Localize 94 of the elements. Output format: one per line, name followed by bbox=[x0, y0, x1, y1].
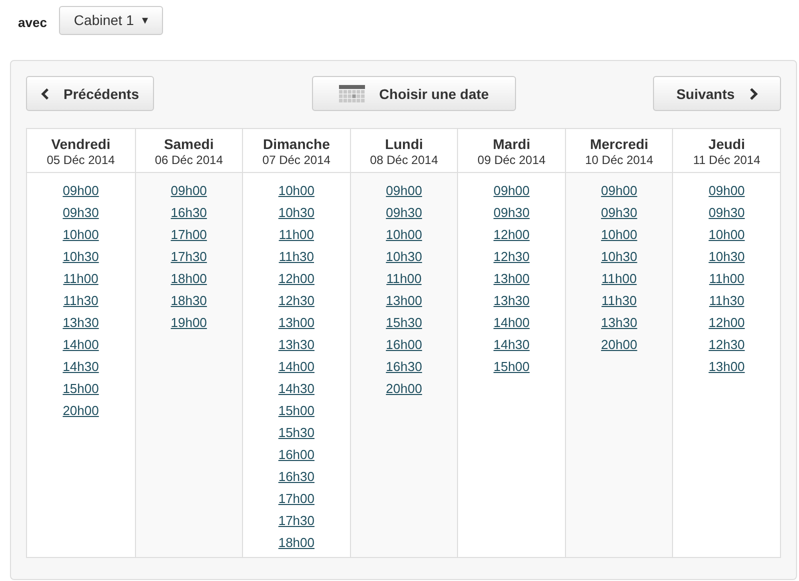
day-name: Lundi bbox=[384, 136, 424, 152]
day-date: 10 Déc 2014 bbox=[585, 153, 654, 167]
time-slot-link[interactable]: 13h00 bbox=[708, 356, 745, 378]
time-slot-link[interactable]: 09h00 bbox=[386, 180, 422, 202]
time-slot-link[interactable]: 10h00 bbox=[62, 224, 99, 246]
time-slot-link[interactable]: 11h30 bbox=[602, 290, 637, 312]
day-date: 11 Déc 2014 bbox=[693, 153, 760, 167]
time-slot-link[interactable]: 11h00 bbox=[278, 224, 314, 246]
time-slot-link[interactable]: 11h00 bbox=[709, 268, 744, 290]
time-slot-link[interactable]: 17h30 bbox=[170, 246, 207, 268]
next-button[interactable]: Suivants bbox=[653, 76, 781, 111]
time-slot-link[interactable]: 09h00 bbox=[170, 180, 207, 202]
cabinet-dropdown[interactable]: Cabinet 1 ▾ bbox=[58, 6, 163, 34]
time-slot-link[interactable]: 13h00 bbox=[386, 290, 422, 312]
caret-icon: ▾ bbox=[142, 13, 148, 27]
time-slot-link[interactable]: 16h00 bbox=[386, 334, 422, 356]
time-slot-link[interactable]: 12h00 bbox=[278, 268, 314, 290]
time-slot-link[interactable]: 17h00 bbox=[278, 488, 314, 510]
time-slot-link[interactable]: 12h00 bbox=[708, 312, 745, 334]
time-slot-link[interactable]: 15h00 bbox=[278, 400, 314, 422]
time-slot-link[interactable]: 10h00 bbox=[601, 224, 638, 246]
time-slot-link[interactable]: 17h00 bbox=[170, 224, 207, 246]
time-slot-link[interactable]: 09h00 bbox=[493, 180, 530, 202]
day-date: 05 Déc 2014 bbox=[46, 153, 115, 167]
time-slot-link[interactable]: 11h00 bbox=[63, 268, 98, 290]
time-slot-link[interactable]: 14h00 bbox=[493, 312, 530, 334]
time-slot-link[interactable]: 14h30 bbox=[278, 378, 314, 400]
time-slot-link[interactable]: 10h30 bbox=[62, 246, 99, 268]
day-date: 09 Déc 2014 bbox=[478, 153, 546, 167]
day-name: Dimanche bbox=[262, 136, 330, 152]
time-slot-link[interactable]: 20h00 bbox=[601, 334, 638, 356]
time-slot-link[interactable]: 09h30 bbox=[386, 202, 422, 224]
time-slot-link[interactable]: 16h30 bbox=[386, 356, 422, 378]
day-date: 08 Déc 2014 bbox=[370, 153, 438, 167]
time-slot-link[interactable]: 11h00 bbox=[386, 268, 422, 290]
time-slot-link[interactable]: 09h30 bbox=[62, 202, 99, 224]
time-slot-link[interactable]: 14h00 bbox=[62, 334, 99, 356]
time-slot-link[interactable]: 15h30 bbox=[386, 312, 422, 334]
time-slot-link[interactable]: 09h30 bbox=[708, 202, 745, 224]
time-slot-link[interactable]: 12h30 bbox=[278, 290, 314, 312]
time-slot-link[interactable]: 13h00 bbox=[278, 312, 314, 334]
time-slot-link[interactable]: 18h30 bbox=[170, 290, 207, 312]
time-slot-link[interactable]: 13h30 bbox=[62, 312, 99, 334]
day-name: Mercredi bbox=[590, 136, 648, 152]
time-slot-link[interactable]: 14h00 bbox=[278, 356, 314, 378]
previous-button[interactable]: Précédents bbox=[26, 76, 154, 111]
calendar-icon bbox=[339, 84, 366, 102]
time-slot-link[interactable]: 19h00 bbox=[170, 312, 207, 334]
day-name: Mardi bbox=[492, 136, 530, 152]
day-date: 06 Déc 2014 bbox=[154, 153, 223, 167]
time-slot-link[interactable]: 13h00 bbox=[493, 268, 530, 290]
time-slot-link[interactable]: 11h30 bbox=[709, 290, 744, 312]
day-name: Vendredi bbox=[51, 136, 110, 152]
time-slot-link[interactable]: 12h30 bbox=[493, 246, 530, 268]
time-slot-link[interactable]: 20h00 bbox=[62, 400, 99, 422]
time-slot-link[interactable]: 11h30 bbox=[63, 290, 98, 312]
choose-date-button[interactable]: Choisir une date bbox=[312, 76, 516, 111]
time-slot-link[interactable]: 15h00 bbox=[62, 378, 99, 400]
time-slot-link[interactable]: 10h30 bbox=[708, 246, 745, 268]
time-slot-link[interactable]: 20h00 bbox=[386, 378, 422, 400]
time-slot-link[interactable]: 16h30 bbox=[170, 202, 207, 224]
time-slot-link[interactable]: 13h30 bbox=[493, 290, 530, 312]
time-slot-link[interactable]: 18h00 bbox=[278, 532, 314, 554]
chevron-right-icon bbox=[748, 88, 758, 100]
time-slot-link[interactable]: 10h30 bbox=[601, 246, 638, 268]
time-slot-link[interactable]: 18h00 bbox=[170, 268, 207, 290]
time-slot-link[interactable]: 09h00 bbox=[601, 180, 638, 202]
time-slot-link[interactable]: 09h00 bbox=[62, 180, 99, 202]
time-slot-link[interactable]: 09h00 bbox=[708, 180, 745, 202]
time-slot-link[interactable]: 12h30 bbox=[708, 334, 745, 356]
time-slot-link[interactable]: 10h00 bbox=[386, 224, 422, 246]
time-slot-link[interactable]: 09h30 bbox=[493, 202, 530, 224]
day-name: Jeudi bbox=[708, 136, 745, 152]
with-label: avec bbox=[18, 14, 47, 30]
time-slot-link[interactable]: 10h30 bbox=[278, 202, 314, 224]
time-slot-link[interactable]: 16h30 bbox=[278, 466, 314, 488]
time-slot-link[interactable]: 11h30 bbox=[278, 246, 314, 268]
time-slot-link[interactable]: 14h30 bbox=[62, 356, 99, 378]
time-slot-link[interactable]: 13h30 bbox=[278, 334, 314, 356]
day-date: 07 Déc 2014 bbox=[262, 153, 330, 167]
time-slot-link[interactable]: 15h30 bbox=[278, 422, 314, 444]
time-slot-link[interactable]: 10h00 bbox=[278, 180, 314, 202]
time-slot-link[interactable]: 10h30 bbox=[386, 246, 422, 268]
time-slot-link[interactable]: 12h00 bbox=[493, 224, 530, 246]
time-slot-link[interactable]: 16h00 bbox=[278, 444, 314, 466]
day-name: Samedi bbox=[164, 136, 214, 152]
time-slot-link[interactable]: 11h00 bbox=[602, 268, 637, 290]
time-slot-link[interactable]: 17h30 bbox=[278, 510, 314, 532]
time-slot-link[interactable]: 10h00 bbox=[708, 224, 745, 246]
time-slot-link[interactable]: 15h00 bbox=[493, 356, 530, 378]
time-slot-link[interactable]: 13h30 bbox=[601, 312, 638, 334]
time-slot-link[interactable]: 09h30 bbox=[601, 202, 638, 224]
time-slot-link[interactable]: 14h30 bbox=[493, 334, 530, 356]
chevron-left-icon bbox=[41, 88, 50, 100]
